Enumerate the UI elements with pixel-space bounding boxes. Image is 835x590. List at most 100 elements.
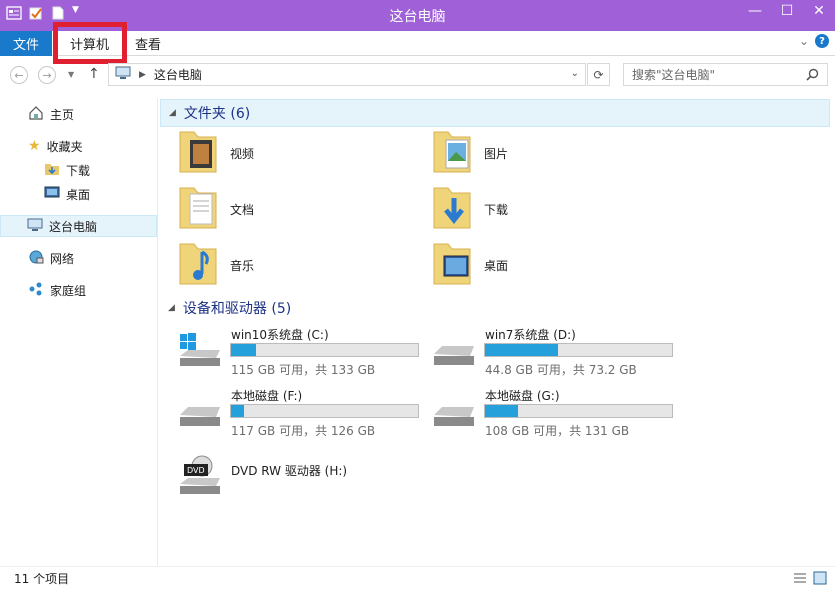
hard-drive-icon [176, 391, 224, 434]
search-icon[interactable] [806, 68, 819, 84]
tab-file[interactable]: 文件 [0, 31, 52, 56]
item-count: 11 个项目 [14, 572, 70, 586]
home-icon [28, 105, 44, 124]
folders-group-title: 文件夹 (6) [183, 106, 251, 122]
refresh-button[interactable]: ⟳ [587, 63, 610, 86]
content-area: ◢ 文件夹 (6) 视频 图片 文档 下载 音乐 桌面 ◢ 设备和驱动器 (5)… [160, 98, 830, 566]
recent-locations-icon[interactable]: ▼ [68, 70, 74, 79]
drive-usage-fill [485, 405, 518, 417]
nav-item-label: 桌面 [66, 187, 91, 202]
drive-usage-fill [231, 344, 257, 356]
search-placeholder: 搜索"这台电脑" [632, 68, 716, 82]
address-row: ← → ▼ ↑ ▶ 这台电脑 ⌄ ⟳ 搜索"这台电脑" [0, 62, 835, 88]
address-bar[interactable]: ▶ 这台电脑 ⌄ [108, 63, 586, 86]
nav-item-label: 这台电脑 [49, 219, 98, 234]
music-folder-icon [176, 240, 220, 291]
drive-name: DVD RW 驱动器 (H:) [231, 464, 348, 478]
up-arrow-icon[interactable]: ↑ [88, 66, 100, 82]
downloads-folder-icon [44, 161, 60, 180]
homegroup-icon [28, 281, 44, 300]
drive-space: 115 GB 可用，共 133 GB [231, 363, 376, 377]
nav-item-label: 网络 [50, 251, 75, 266]
window-controls: — ☐ ✕ [739, 0, 835, 22]
devices-group-title: 设备和驱动器 (5) [182, 301, 292, 317]
breadcrumb[interactable]: 这台电脑 [154, 66, 202, 83]
view-buttons [793, 571, 827, 585]
drive-d[interactable]: win7系统盘 (D:) 44.8 GB 可用，共 73.2 GB [414, 326, 673, 382]
hard-drive-icon [430, 330, 478, 373]
status-bar: 11 个项目 [0, 566, 835, 590]
folder-label: 桌面 [484, 258, 509, 273]
breadcrumb-separator-icon: ▶ [139, 69, 146, 80]
folder-desktop[interactable]: 桌面 [430, 240, 650, 290]
drive-h[interactable]: DVD DVD RW 驱动器 (H:) [160, 450, 410, 506]
folder-downloads[interactable]: 下载 [430, 184, 650, 234]
help-icon[interactable]: ? [815, 34, 829, 48]
nav-item-homegroup[interactable]: 家庭组 [28, 279, 86, 301]
collapse-icon[interactable]: ◢ [168, 303, 175, 313]
tab-view[interactable]: 查看 [135, 31, 161, 56]
devices-group-header[interactable]: ◢ 设备和驱动器 (5) [168, 294, 291, 322]
hard-drive-icon [430, 391, 478, 434]
search-input[interactable]: 搜索"这台电脑" [623, 63, 828, 86]
nav-item-home[interactable]: 主页 [28, 103, 74, 125]
ribbon-right-controls: ⌄ ? [799, 34, 829, 48]
folder-music[interactable]: 音乐 [176, 240, 396, 290]
drive-c[interactable]: win10系统盘 (C:) 115 GB 可用，共 133 GB [160, 326, 419, 382]
nav-item-label: 家庭组 [50, 283, 87, 298]
collapse-icon[interactable]: ◢ [169, 108, 176, 118]
folder-label: 文档 [230, 202, 255, 217]
drive-usage-fill [231, 405, 245, 417]
nav-item-label: 下载 [66, 163, 91, 178]
drive-f[interactable]: 本地磁盘 (F:) 117 GB 可用，共 126 GB [160, 387, 419, 443]
star-icon: ★ [28, 138, 41, 154]
minimize-button[interactable]: — [739, 0, 771, 22]
dvd-drive-icon: DVD [176, 454, 224, 501]
nav-item-desktop[interactable]: 桌面 [44, 183, 90, 205]
navigation-pane: 主页 ★ 收藏夹 下载 桌面 这台电脑 网络 家庭组 [0, 98, 158, 566]
documents-folder-icon [176, 184, 220, 235]
computer-icon [27, 218, 43, 235]
drive-name: 本地磁盘 (F:) [231, 389, 303, 403]
drive-usage-bar [230, 404, 419, 418]
nav-item-label: 收藏夹 [46, 139, 83, 154]
nav-item-label: 主页 [50, 107, 75, 122]
folder-videos[interactable]: 视频 [176, 128, 396, 178]
nav-item-favorites[interactable]: ★ 收藏夹 [28, 135, 83, 157]
close-button[interactable]: ✕ [803, 0, 835, 22]
drive-name: 本地磁盘 (G:) [485, 389, 560, 403]
pictures-folder-icon [430, 128, 474, 179]
tab-highlight-box [53, 22, 127, 64]
folder-label: 下载 [484, 202, 509, 217]
nav-item-network[interactable]: 网络 [28, 247, 74, 269]
videos-folder-icon [176, 128, 220, 179]
chevron-down-icon[interactable]: ⌄ [799, 34, 809, 48]
drive-space: 108 GB 可用，共 131 GB [485, 424, 630, 438]
details-view-icon[interactable] [793, 571, 807, 585]
folder-pictures[interactable]: 图片 [430, 128, 650, 178]
drive-usage-bar [230, 343, 419, 357]
drive-name: win10系统盘 (C:) [231, 328, 329, 342]
folder-label: 图片 [484, 146, 509, 161]
drive-usage-bar [484, 343, 673, 357]
svg-text:DVD: DVD [187, 466, 205, 475]
folder-label: 视频 [230, 146, 255, 161]
back-button[interactable]: ← [10, 66, 28, 84]
nav-item-this-pc[interactable]: 这台电脑 [0, 215, 157, 237]
windows-drive-icon [176, 330, 224, 373]
nav-item-downloads[interactable]: 下载 [44, 159, 90, 181]
folder-documents[interactable]: 文档 [176, 184, 396, 234]
drive-usage-bar [484, 404, 673, 418]
address-dropdown-icon[interactable]: ⌄ [571, 68, 579, 79]
downloads-folder-icon [430, 184, 474, 235]
folder-label: 音乐 [230, 258, 255, 273]
drive-space: 117 GB 可用，共 126 GB [231, 424, 376, 438]
drive-g[interactable]: 本地磁盘 (G:) 108 GB 可用，共 131 GB [414, 387, 673, 443]
desktop-folder-icon [430, 240, 474, 291]
folders-group-header[interactable]: ◢ 文件夹 (6) [160, 99, 830, 127]
forward-button[interactable]: → [38, 66, 56, 84]
large-icons-view-icon[interactable] [813, 571, 827, 585]
desktop-icon [44, 186, 60, 203]
drive-name: win7系统盘 (D:) [485, 328, 576, 342]
maximize-button[interactable]: ☐ [771, 0, 803, 22]
